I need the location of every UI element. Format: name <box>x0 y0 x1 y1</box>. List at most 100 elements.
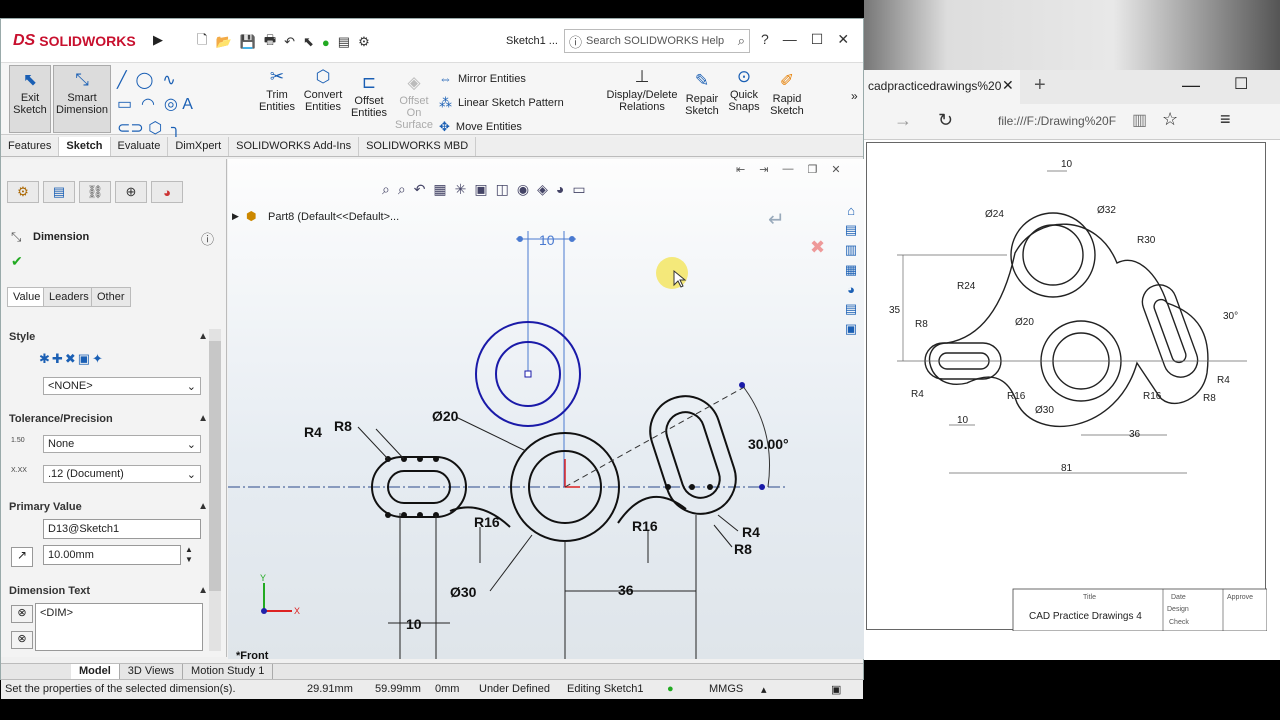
maximize-icon[interactable]: ☐ <box>811 31 824 48</box>
tab-motion-study[interactable]: Motion Study 1 <box>183 664 274 679</box>
tab-sketch[interactable]: Sketch <box>59 137 111 156</box>
graphics-area[interactable]: ▶ ⬢ Part8 (Default<<Default>... ⌕ ⌕ ↶ ▦ ✳ ▣ ◫ ◉… <box>228 159 864 659</box>
line-icon[interactable]: ╱ <box>117 72 127 89</box>
dim-r16-left[interactable]: R16 <box>474 514 500 530</box>
status-units[interactable]: MMGS <box>709 683 743 695</box>
exit-sketch-button[interactable]: ⬉ Exit Sketch <box>9 65 51 133</box>
rapid-sketch-button[interactable]: ✐ Rapid Sketch <box>767 71 807 117</box>
display-manager-icon[interactable]: ◕ <box>151 181 183 203</box>
print-icon[interactable]: 🖶 <box>264 31 276 53</box>
quick-snaps-button[interactable]: ⊙ Quick Snaps <box>725 67 763 113</box>
slot-icon[interactable]: ⊂⊃ <box>117 120 144 137</box>
trim-entities-button[interactable]: ✂ Trim Entities <box>255 67 299 113</box>
browser-tab[interactable]: cadpracticedrawings%20 ✕ <box>864 70 1020 104</box>
convert-entities-button[interactable]: ⬡ Convert Entities <box>301 67 345 113</box>
arc-icon[interactable]: ◠ <box>141 96 155 113</box>
help-icon[interactable]: ⓘ <box>201 229 214 248</box>
new-tab-icon[interactable]: + <box>1034 74 1046 97</box>
dim-10-bottom[interactable]: 10 <box>406 616 422 632</box>
new-doc-icon[interactable]: 🗋 <box>197 31 207 53</box>
minimize-icon[interactable]: — <box>783 31 797 48</box>
sketch-canvas[interactable]: 10 R4 R8 Ø20 30.00° R16 R16 R4 R8 Ø30 36… <box>228 159 864 659</box>
dim-36[interactable]: 36 <box>618 582 634 598</box>
rebuild-indicator-icon[interactable]: ● <box>667 683 674 695</box>
dim-d30[interactable]: Ø30 <box>450 584 477 600</box>
ribbon-overflow-icon[interactable]: » <box>851 89 858 103</box>
close-icon[interactable]: ✕ <box>837 31 849 48</box>
tab-mbd[interactable]: SOLIDWORKS MBD <box>359 137 477 156</box>
dim-r8-right[interactable]: R8 <box>734 541 752 557</box>
apply-style-icon[interactable]: ✱ <box>39 351 50 367</box>
save-icon[interactable]: 💾 <box>240 34 256 50</box>
expand-menu-icon[interactable]: ▶ <box>153 32 163 48</box>
solidworks-logo[interactable]: DS SOLIDWORKS <box>13 27 143 55</box>
options-gear-icon[interactable]: ⚙ <box>358 34 370 50</box>
offset-entities-button[interactable]: ⊏ Offset Entities <box>347 73 391 119</box>
file-properties-icon[interactable]: ▤ <box>338 34 350 50</box>
tooltip-toggle-icon[interactable]: ▣ <box>831 683 841 696</box>
subtab-value[interactable]: Value <box>7 287 47 307</box>
tab-evaluate[interactable]: Evaluate <box>111 137 169 156</box>
delete-style-icon[interactable]: ✖ <box>65 351 76 367</box>
collapse-icon[interactable]: ▲ <box>198 501 208 512</box>
search-input[interactable]: ⓘ Search SOLIDWORKS Help ⌕ <box>564 29 750 53</box>
selected-dimension-10[interactable] <box>516 231 576 487</box>
linear-sketch-pattern-button[interactable]: ⁂ Linear Sketch Pattern <box>439 95 564 111</box>
help-button[interactable]: ? <box>761 31 769 48</box>
maximize-icon[interactable]: ☐ <box>1234 74 1248 94</box>
dimension-value-field[interactable]: 10.00mm <box>43 545 181 565</box>
units-menu-icon[interactable]: ▴ <box>761 683 767 696</box>
subtab-leaders[interactable]: Leaders <box>43 287 95 307</box>
panel-scrollbar[interactable] <box>209 329 221 651</box>
polygon-icon[interactable]: ⬡ <box>148 120 162 137</box>
centerline-endpoint[interactable] <box>759 484 765 490</box>
tab-3d-views[interactable]: 3D Views <box>120 664 184 679</box>
dimension-name-field[interactable]: D13@Sketch1 <box>43 519 201 539</box>
add-style-icon[interactable]: ✚ <box>52 351 63 367</box>
mirror-entities-button[interactable]: ⇔ Mirror Entities <box>439 71 526 86</box>
tolerance-select[interactable]: None ⌄ <box>43 435 201 453</box>
reading-view-icon[interactable]: ▥ <box>1132 110 1147 130</box>
scrollbar-thumb[interactable] <box>209 341 221 591</box>
ellipse-icon[interactable]: ◎ <box>164 96 178 113</box>
minimize-icon[interactable]: — <box>1182 75 1200 96</box>
dim-r8-left[interactable]: R8 <box>334 418 352 434</box>
dim-top-10[interactable]: 10 <box>539 232 555 248</box>
feature-manager-icon[interactable]: ⚙ <box>7 181 39 203</box>
dimxpert-manager-icon[interactable]: ⊕ <box>115 181 147 203</box>
select-icon[interactable]: ⬉ <box>303 34 314 50</box>
tab-features[interactable]: Features <box>1 137 60 156</box>
smart-dimension-button[interactable]: ⤡ Smart Dimension <box>53 65 111 133</box>
rebuild-icon[interactable]: ● <box>322 35 330 50</box>
forward-icon[interactable]: → <box>894 110 912 131</box>
subtab-other[interactable]: Other <box>91 287 131 307</box>
move-entities-button[interactable]: ✥ Move Entities <box>439 119 522 135</box>
tab-addins[interactable]: SOLIDWORKS Add-Ins <box>229 137 360 156</box>
open-icon[interactable]: 📂 <box>215 34 231 50</box>
property-manager-icon[interactable]: ▤ <box>43 181 75 203</box>
fillet-icon[interactable]: ╮ <box>171 120 181 137</box>
load-style-icon[interactable]: ✦ <box>92 351 103 367</box>
rectangle-icon[interactable]: ▭ <box>117 96 132 113</box>
offset-on-surface-button[interactable]: ◈ Offset On Surface <box>393 73 435 131</box>
spline-icon[interactable]: ∿ <box>162 72 175 89</box>
dim-r4-left[interactable]: R4 <box>304 424 322 440</box>
close-icon[interactable]: ✕ <box>1002 77 1014 94</box>
save-style-icon[interactable]: ▣ <box>78 351 90 367</box>
collapse-icon[interactable]: ▲ <box>198 413 208 424</box>
dimension-text-field[interactable]: <DIM> <box>35 603 203 651</box>
center-point[interactable] <box>524 370 532 378</box>
style-select[interactable]: <NONE> ⌄ <box>43 377 201 395</box>
collapse-icon[interactable]: ▲ <box>198 585 208 596</box>
undo-icon[interactable]: ↶ <box>284 34 295 50</box>
sketch-slot-right-outer[interactable] <box>641 387 745 523</box>
spinner-icon[interactable]: ▲ ▼ <box>185 545 193 565</box>
insert-diameter-icon[interactable]: ⊗ <box>11 605 33 623</box>
tab-model[interactable]: Model <box>71 664 120 679</box>
construction-line[interactable] <box>564 384 749 488</box>
dim-d20[interactable]: Ø20 <box>432 408 459 424</box>
insert-text-icon[interactable]: ⊗ <box>11 631 33 649</box>
hub-icon[interactable]: ≡ <box>1220 109 1231 130</box>
address-field[interactable]: file:///F:/Drawing%20F <box>998 114 1116 128</box>
collapse-icon[interactable]: ▲ <box>198 331 208 342</box>
